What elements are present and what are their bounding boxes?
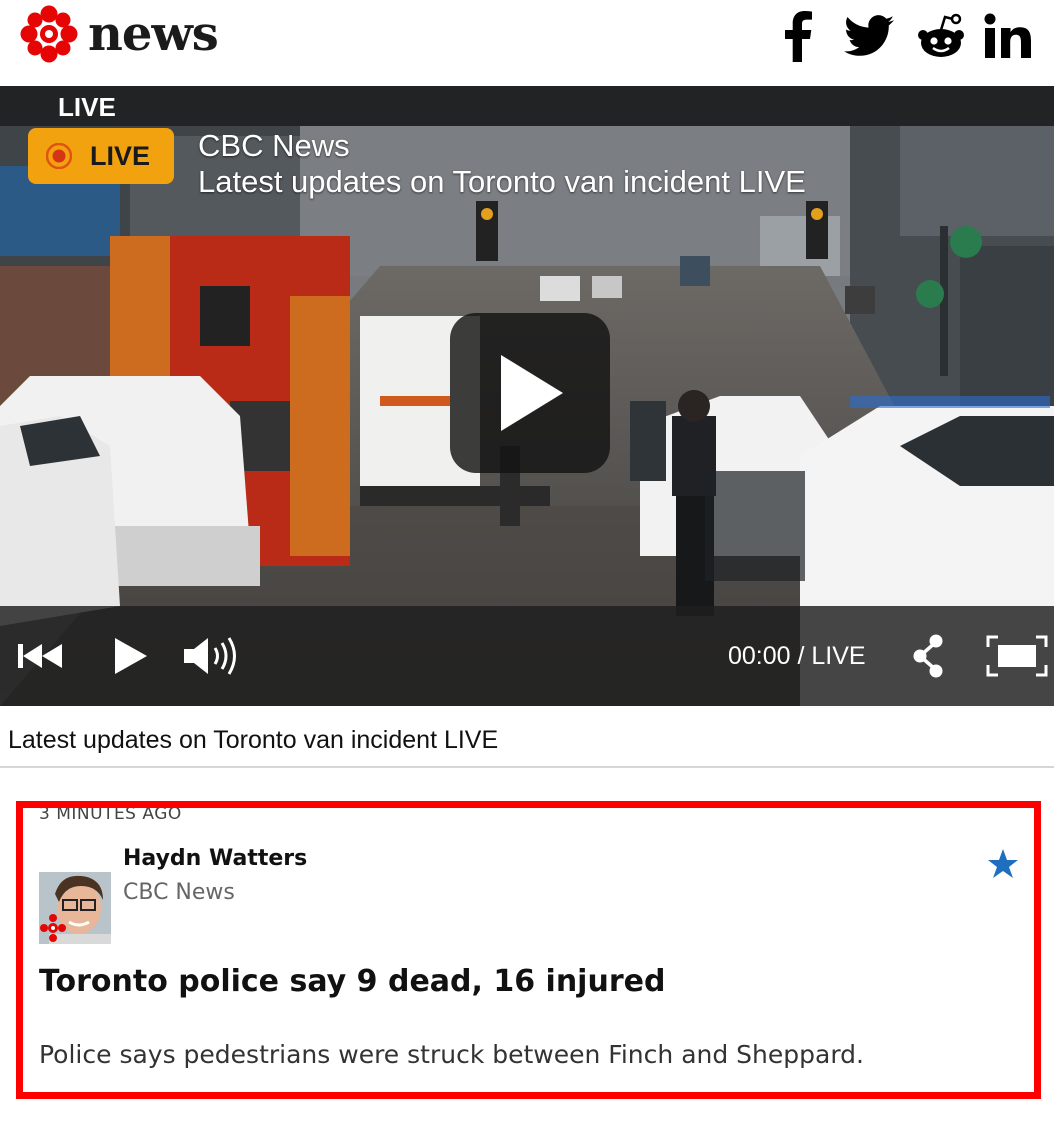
volume-button[interactable]	[182, 636, 242, 681]
post-body: Police says pedestrians were struck betw…	[39, 1040, 864, 1069]
star-icon[interactable]	[987, 848, 1019, 880]
twitter-share-button[interactable]	[842, 8, 896, 64]
play-icon	[501, 355, 563, 431]
cbc-gem-icon	[20, 5, 78, 63]
live-label: LIVE	[58, 92, 116, 122]
live-badge-label: LIVE	[90, 140, 151, 171]
play-icon	[115, 638, 147, 674]
big-play-button[interactable]	[450, 313, 610, 473]
fullscreen-button[interactable]	[986, 635, 1048, 682]
post-headline: Toronto police say 9 dead, 16 injured	[39, 964, 666, 999]
reddit-icon	[918, 13, 964, 57]
site-header: news	[0, 0, 1054, 86]
share-button[interactable]	[912, 634, 944, 683]
logo-wordmark: news	[88, 6, 219, 62]
author-outlet: CBC News	[123, 880, 235, 905]
video-caption: Latest updates on Toronto van incident L…	[8, 726, 499, 754]
author-name: Haydn Watters	[123, 846, 308, 871]
linkedin-share-button[interactable]	[980, 8, 1034, 64]
author-avatar	[39, 872, 111, 944]
live-badge: LIVE	[28, 128, 174, 184]
cbc-news-logo[interactable]: news	[20, 4, 219, 64]
video-source: CBC News	[198, 128, 350, 163]
twitter-icon	[844, 15, 894, 56]
live-indicator-icon	[46, 143, 72, 169]
play-button[interactable]	[114, 637, 148, 680]
reddit-share-button[interactable]	[914, 8, 968, 64]
live-blog-post: 3 MINUTES AGO Haydn Watters CBC News Tor…	[16, 801, 1041, 1099]
facebook-icon	[785, 11, 812, 62]
divider	[0, 766, 1054, 768]
share-icon	[913, 634, 943, 678]
video-top-bar: LIVE	[0, 86, 1054, 126]
video-controls: 00:00 / LIVE	[0, 606, 1054, 706]
fullscreen-icon	[986, 635, 1048, 677]
post-timestamp: 3 MINUTES AGO	[39, 804, 182, 824]
video-title: Latest updates on Toronto van incident L…	[198, 164, 806, 199]
rewind-button[interactable]	[18, 642, 64, 675]
video-player[interactable]: LIVE LIVE CBC News Latest updates on Tor…	[0, 86, 1054, 706]
rewind-icon	[18, 644, 62, 668]
linkedin-icon	[984, 13, 1031, 58]
time-display: 00:00 / LIVE	[728, 642, 866, 670]
volume-icon	[184, 637, 236, 675]
facebook-share-button[interactable]	[776, 8, 820, 64]
avatar-photo	[39, 872, 111, 944]
